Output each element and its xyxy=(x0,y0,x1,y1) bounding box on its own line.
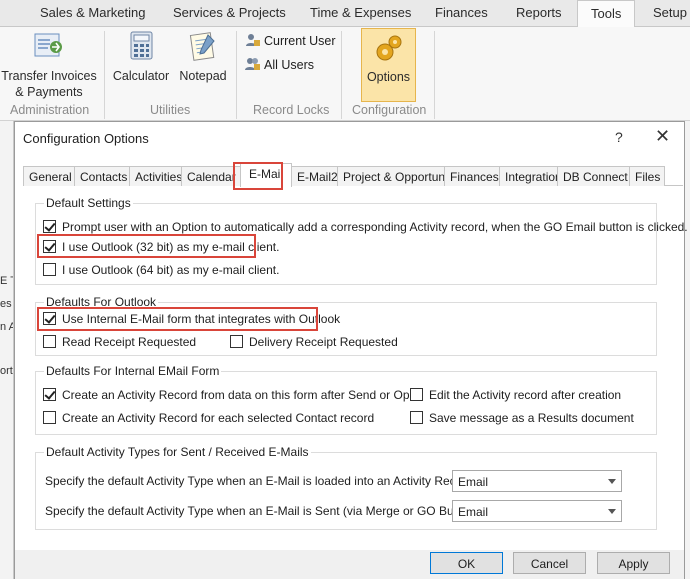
tab-finances[interactable]: Finances xyxy=(444,166,504,186)
help-button[interactable]: ? xyxy=(615,129,623,145)
prompt-activity-checkbox[interactable] xyxy=(43,220,56,233)
create-after-send-checkbox[interactable] xyxy=(43,388,56,401)
internal-form-defaults-title: Defaults For Internal EMail Form xyxy=(44,364,222,378)
ribbon-separator xyxy=(434,31,435,119)
ok-button[interactable]: OK xyxy=(430,552,503,574)
tab-activities[interactable]: Activities xyxy=(129,166,188,186)
group-administration: Administration xyxy=(10,103,90,117)
lock-users-icon xyxy=(245,58,260,70)
configuration-dialog: Configuration Options ? ✕ General Contac… xyxy=(14,121,688,579)
close-button[interactable]: ✕ xyxy=(655,126,670,147)
tab-finances[interactable]: Finances xyxy=(435,5,488,20)
tab-files[interactable]: Files xyxy=(629,166,666,186)
current-user-label: Current User xyxy=(264,34,336,48)
tab-email2[interactable]: E-Mail2 xyxy=(291,166,343,186)
chevron-down-icon xyxy=(608,509,616,514)
all-users-label: All Users xyxy=(264,58,315,72)
tab-db-connect[interactable]: DB Connect xyxy=(557,166,633,186)
loaded-activity-type-value: Email xyxy=(458,475,489,489)
save-as-result-label: Save message as a Results document xyxy=(429,411,634,425)
sent-activity-type-value: Email xyxy=(458,505,489,519)
outlook-32bit-highlight xyxy=(37,234,256,258)
options-label: Options xyxy=(366,70,411,84)
chevron-down-icon xyxy=(608,479,616,484)
prompt-activity-label: Prompt user with an Option to automatica… xyxy=(62,220,688,234)
create-after-send-label: Create an Activity Record from data on t… xyxy=(62,388,423,402)
tab-reports[interactable]: Reports xyxy=(516,5,562,20)
edit-after-creation-checkbox[interactable] xyxy=(410,388,423,401)
group-utilities: Utilities xyxy=(150,103,191,117)
email-tab-highlight xyxy=(233,162,283,190)
calculator-icon xyxy=(130,31,153,60)
calculator-label: Calculator xyxy=(112,69,170,83)
ribbon-separator xyxy=(236,31,237,119)
sent-activity-type-select[interactable]: Email xyxy=(452,500,622,522)
sent-activity-type-label: Specify the default Activity Type when a… xyxy=(45,504,481,518)
dialog-tab-strip: General Contacts Activities Calendar E-M… xyxy=(23,162,683,187)
apply-button[interactable]: Apply xyxy=(597,552,670,574)
read-receipt-label: Read Receipt Requested xyxy=(62,335,197,349)
background-app: E Te es n A ortu xyxy=(0,121,14,579)
ribbon-body: Transfer Invoices & Payments Administrat… xyxy=(0,27,690,121)
tab-sales-marketing[interactable]: Sales & Marketing xyxy=(40,5,146,20)
transfer-invoices-label: Transfer Invoices & Payments xyxy=(1,69,97,99)
tab-general[interactable]: General xyxy=(23,166,77,186)
internal-email-form-highlight xyxy=(37,307,318,331)
dialog-title: Configuration Options xyxy=(23,131,149,146)
internal-form-defaults-group xyxy=(35,371,657,435)
tab-setup[interactable]: Setup xyxy=(653,5,687,20)
tab-services-projects[interactable]: Services & Projects xyxy=(173,5,286,20)
default-settings-title: Default Settings xyxy=(44,196,133,210)
group-configuration: Configuration xyxy=(352,103,427,117)
lock-user-icon xyxy=(246,34,260,46)
group-record-locks: Record Locks xyxy=(253,103,330,117)
edit-after-creation-label: Edit the Activity record after creation xyxy=(429,388,622,402)
notepad-label: Notepad xyxy=(179,69,227,83)
create-per-contact-checkbox[interactable] xyxy=(43,411,56,424)
ribbon-separator xyxy=(104,31,105,119)
cancel-button[interactable]: Cancel xyxy=(513,552,586,574)
transfer-icon xyxy=(34,33,62,57)
options-button[interactable]: Options xyxy=(361,28,416,102)
tab-calendar[interactable]: Calendar xyxy=(181,166,241,186)
create-per-contact-label: Create an Activity Record for each selec… xyxy=(62,411,375,425)
read-receipt-checkbox[interactable] xyxy=(43,335,56,348)
tab-time-expenses[interactable]: Time & Expenses xyxy=(310,5,411,20)
background-fragment: E Te xyxy=(0,275,13,287)
background-fragment: es xyxy=(0,298,12,310)
outlook-64bit-label: I use Outlook (64 bit) as my e-mail clie… xyxy=(62,263,280,277)
delivery-receipt-checkbox[interactable] xyxy=(230,335,243,348)
loaded-activity-type-select[interactable]: Email xyxy=(452,470,622,492)
background-fragment: ortu xyxy=(0,365,13,377)
tab-contacts[interactable]: Contacts xyxy=(74,166,133,186)
outlook-64bit-checkbox[interactable] xyxy=(43,263,56,276)
tab-tools[interactable]: Tools xyxy=(577,0,636,28)
background-fragment: n A xyxy=(0,321,13,333)
notepad-icon xyxy=(189,32,215,61)
loaded-activity-type-label: Specify the default Activity Type when a… xyxy=(45,474,477,488)
ribbon-tab-bar: Sales & Marketing Services & Projects Ti… xyxy=(0,0,690,28)
ribbon-separator xyxy=(341,31,342,119)
gear-icon xyxy=(376,35,402,61)
activity-types-title: Default Activity Types for Sent / Receiv… xyxy=(44,445,311,459)
save-as-result-checkbox[interactable] xyxy=(410,411,423,424)
delivery-receipt-label: Delivery Receipt Requested xyxy=(249,335,398,349)
